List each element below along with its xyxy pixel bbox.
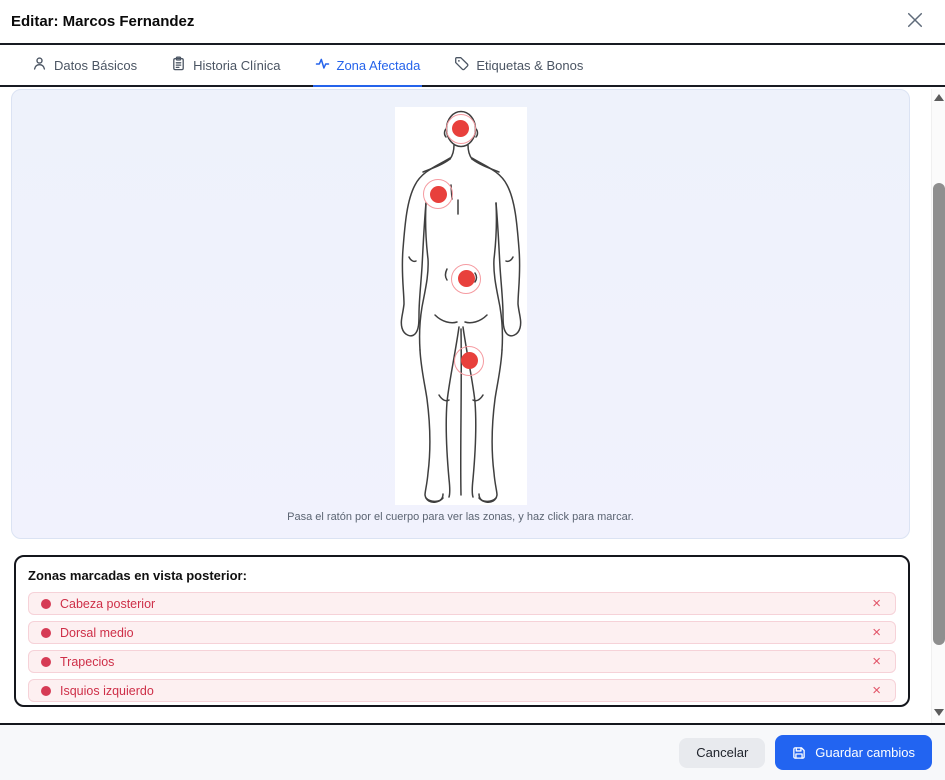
- edit-client-modal: Editar: Marcos Fernandez Datos Básicos H…: [0, 0, 945, 780]
- zone-label: Cabeza posterior: [60, 596, 156, 611]
- marked-zones-title: Zonas marcadas en vista posterior:: [28, 568, 247, 583]
- tab-etiquetas-bonos[interactable]: Etiquetas & Bonos: [452, 45, 585, 87]
- zone-row-isquios-izquierdo: Isquios izquierdo ×: [28, 679, 896, 702]
- close-icon: [907, 12, 923, 31]
- scroll-down-arrow-icon[interactable]: [934, 709, 944, 716]
- tab-content: Pasa el ratón por el cuerpo para ver las…: [0, 89, 931, 723]
- save-icon: [792, 746, 806, 760]
- remove-zone-button[interactable]: ×: [870, 654, 883, 669]
- marker-dot: [457, 270, 475, 288]
- tab-historia-clinica[interactable]: Historia Clínica: [169, 45, 282, 87]
- save-button-label: Guardar cambios: [815, 745, 915, 760]
- zone-label: Dorsal medio: [60, 625, 134, 640]
- tab-label: Datos Básicos: [54, 57, 138, 73]
- marker-dot: [429, 185, 447, 203]
- modal-header: Editar: Marcos Fernandez: [0, 0, 945, 45]
- body-diagram-posterior[interactable]: [394, 107, 527, 505]
- tab-label: Zona Afectada: [336, 57, 421, 73]
- marker-dot: [460, 352, 478, 370]
- tag-icon: [454, 56, 469, 74]
- save-button[interactable]: Guardar cambios: [775, 735, 932, 770]
- body-marker-isquios-izquierdo[interactable]: [454, 345, 485, 376]
- zone-label: Isquios izquierdo: [60, 683, 154, 698]
- tab-bar: Datos Básicos Historia Clínica Zona Afec…: [0, 45, 945, 87]
- zone-dot-icon: [41, 685, 51, 696]
- tab-label: Etiquetas & Bonos: [476, 57, 584, 73]
- zone-dot-icon: [41, 627, 51, 638]
- marked-zones-panel: Zonas marcadas en vista posterior: Cabez…: [14, 555, 910, 707]
- zone-label: Trapecios: [60, 654, 115, 669]
- tab-zona-afectada[interactable]: Zona Afectada: [312, 45, 423, 87]
- zone-row-cabeza-posterior: Cabeza posterior ×: [28, 592, 896, 615]
- body-marker-cabeza-posterior[interactable]: [445, 113, 476, 144]
- user-icon: [32, 56, 47, 74]
- zone-row-trapecios: Trapecios ×: [28, 650, 896, 673]
- remove-zone-button[interactable]: ×: [870, 683, 883, 698]
- zone-dot-icon: [41, 598, 51, 609]
- body-map-caption: Pasa el ratón por el cuerpo para ver las…: [287, 511, 634, 523]
- tab-label: Historia Clínica: [193, 57, 281, 73]
- zone-dot-icon: [41, 656, 51, 667]
- scrollbar-thumb[interactable]: [933, 183, 945, 645]
- marker-dot: [452, 120, 469, 138]
- clipboard-icon: [171, 56, 186, 74]
- body-marker-dorsal-medio[interactable]: [451, 263, 482, 294]
- cancel-button[interactable]: Cancelar: [679, 737, 766, 768]
- body-marker-trapecios[interactable]: [423, 179, 454, 210]
- activity-icon: [315, 56, 330, 74]
- tab-datos-basicos[interactable]: Datos Básicos: [30, 45, 139, 87]
- remove-zone-button[interactable]: ×: [870, 596, 883, 611]
- scroll-up-arrow-icon[interactable]: [934, 94, 944, 101]
- vertical-scrollbar[interactable]: [931, 89, 945, 723]
- body-map-panel: Pasa el ratón por el cuerpo para ver las…: [11, 89, 910, 539]
- close-button[interactable]: [905, 10, 925, 33]
- modal-footer: Cancelar Guardar cambios: [0, 723, 945, 780]
- zone-row-dorsal-medio: Dorsal medio ×: [28, 621, 896, 644]
- body-outline-drawing: [400, 110, 521, 503]
- page-title: Editar: Marcos Fernandez: [11, 13, 195, 30]
- remove-zone-button[interactable]: ×: [870, 625, 883, 640]
